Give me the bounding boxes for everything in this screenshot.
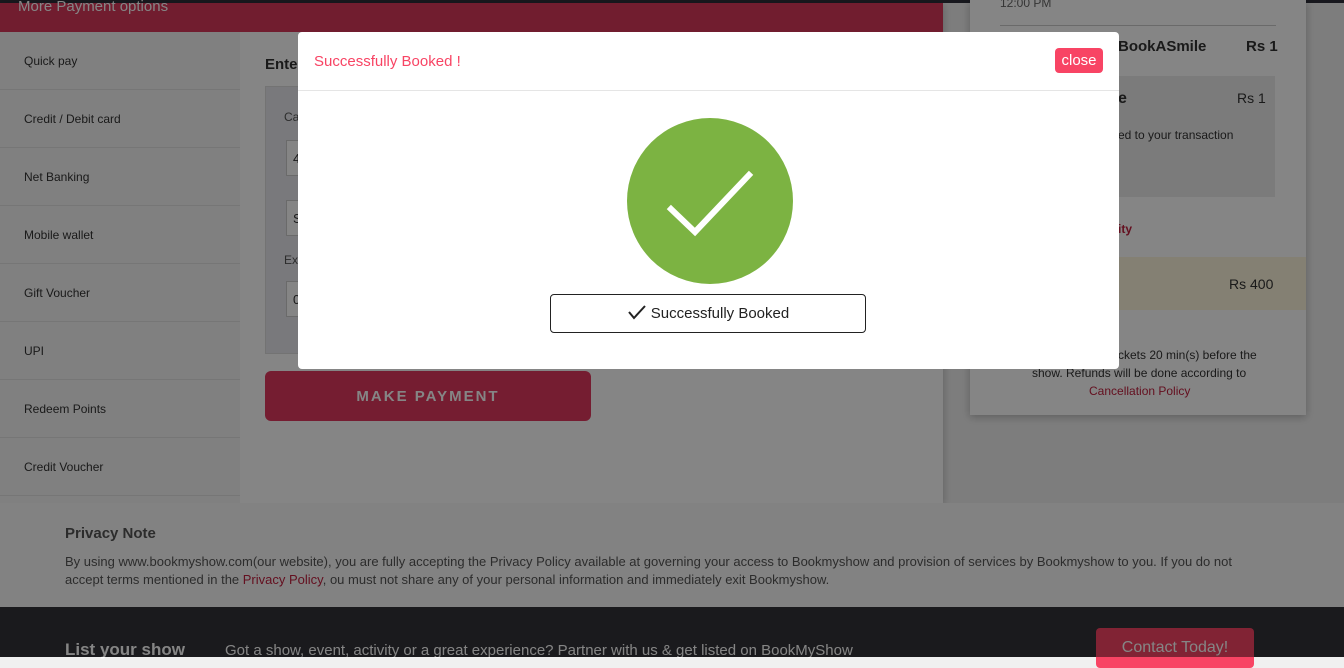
modal-title: Successfully Booked !	[314, 53, 461, 70]
status-text: Successfully Booked	[650, 305, 790, 322]
modal-header: Successfully Booked ! close	[298, 32, 1119, 91]
close-button[interactable]: close	[1055, 48, 1103, 73]
check-circle-icon	[627, 118, 793, 284]
success-modal: Successfully Booked ! close Successfully…	[298, 32, 1119, 369]
checkmark-icon	[627, 297, 647, 334]
status-box: Successfully Booked	[550, 294, 866, 333]
